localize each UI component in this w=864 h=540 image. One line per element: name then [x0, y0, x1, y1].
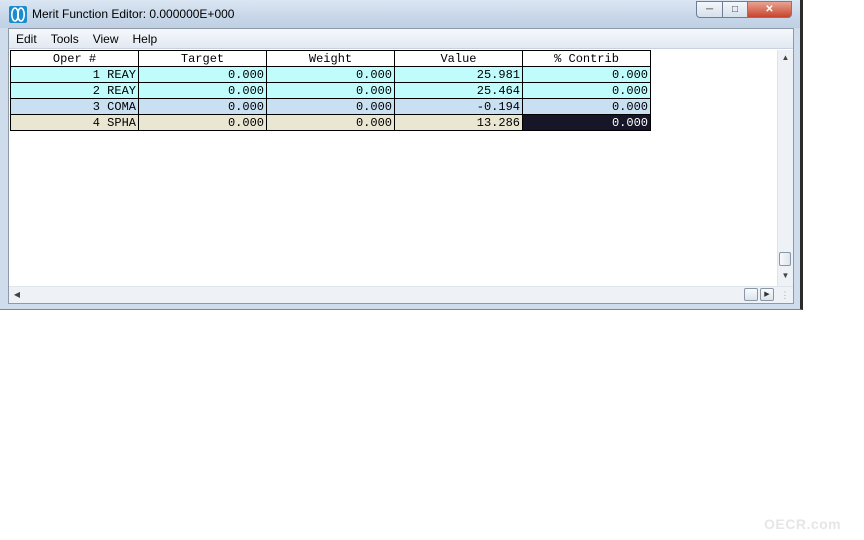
- title-bar[interactable]: Merit Function Editor: 0.000000E+000 ─ □…: [0, 0, 800, 28]
- cell-contrib[interactable]: 0.000: [522, 82, 651, 99]
- zemax-lens-icon[interactable]: [9, 6, 27, 23]
- column-header-contrib[interactable]: % Contrib: [522, 50, 651, 67]
- close-icon: ✕: [765, 4, 774, 15]
- vertical-scrollbar[interactable]: ▲ ▼: [777, 50, 793, 286]
- scroll-right-arrow-icon[interactable]: ▶: [760, 288, 774, 301]
- cell-value[interactable]: 25.464: [394, 82, 523, 99]
- horizontal-scrollbar[interactable]: ◀ ▶ ⋮: [9, 286, 793, 303]
- table-header-row: Oper # Target Weight Value % Contrib: [10, 50, 651, 67]
- editor-client-area: Edit Tools View Help Oper # Target Weigh…: [8, 28, 794, 304]
- column-header-target[interactable]: Target: [138, 50, 267, 67]
- caption-buttons: ─ □ ✕: [696, 1, 792, 19]
- scroll-up-arrow-icon[interactable]: ▲: [778, 50, 793, 66]
- scroll-left-arrow-icon[interactable]: ◀: [9, 287, 25, 303]
- cell-oper[interactable]: 1 REAY: [10, 66, 139, 83]
- menu-tools[interactable]: Tools: [44, 29, 86, 49]
- cell-contrib[interactable]: 0.000: [522, 98, 651, 115]
- menu-help[interactable]: Help: [126, 29, 165, 49]
- vertical-scroll-thumb[interactable]: [779, 252, 791, 266]
- maximize-button[interactable]: □: [722, 1, 748, 18]
- merit-function-table: Oper # Target Weight Value % Contrib 1 R…: [10, 50, 651, 131]
- column-header-value[interactable]: Value: [394, 50, 523, 67]
- table-row: 1 REAY 0.000 0.000 25.981 0.000: [10, 66, 651, 83]
- table-row: 4 SPHA 0.000 0.000 13.286 0.000: [10, 114, 651, 131]
- cell-oper[interactable]: 4 SPHA: [10, 114, 139, 131]
- cell-target[interactable]: 0.000: [138, 114, 267, 131]
- cell-value[interactable]: 25.981: [394, 66, 523, 83]
- maximize-icon: □: [731, 4, 739, 15]
- table-row: 2 REAY 0.000 0.000 25.464 0.000: [10, 82, 651, 99]
- cell-weight[interactable]: 0.000: [266, 66, 395, 83]
- scroll-down-arrow-icon[interactable]: ▼: [778, 268, 793, 284]
- menu-bar: Edit Tools View Help: [9, 29, 793, 49]
- cell-oper[interactable]: 2 REAY: [10, 82, 139, 99]
- minimize-button[interactable]: ─: [696, 1, 722, 18]
- cell-contrib-selected[interactable]: 0.000: [522, 114, 651, 131]
- cell-target[interactable]: 0.000: [138, 82, 267, 99]
- table-row: 3 COMA 0.000 0.000 -0.194 0.000: [10, 98, 651, 115]
- cell-target[interactable]: 0.000: [138, 98, 267, 115]
- cell-target[interactable]: 0.000: [138, 66, 267, 83]
- cell-oper[interactable]: 3 COMA: [10, 98, 139, 115]
- cell-value[interactable]: 13.286: [394, 114, 523, 131]
- column-header-oper[interactable]: Oper #: [10, 50, 139, 67]
- window-title: Merit Function Editor: 0.000000E+000: [32, 7, 235, 21]
- cell-weight[interactable]: 0.000: [266, 114, 395, 131]
- menu-edit[interactable]: Edit: [9, 29, 44, 49]
- close-button[interactable]: ✕: [748, 1, 792, 18]
- cell-contrib[interactable]: 0.000: [522, 66, 651, 83]
- watermark: OECR.com: [764, 516, 842, 532]
- operand-grid: Oper # Target Weight Value % Contrib 1 R…: [10, 50, 780, 286]
- minimize-icon: ─: [705, 4, 714, 15]
- horizontal-scroll-thumb[interactable]: [744, 288, 758, 301]
- menu-view[interactable]: View: [86, 29, 126, 49]
- column-header-weight[interactable]: Weight: [266, 50, 395, 67]
- cell-value[interactable]: -0.194: [394, 98, 523, 115]
- resize-grip-icon[interactable]: ⋮: [777, 287, 793, 303]
- cell-weight[interactable]: 0.000: [266, 82, 395, 99]
- merit-function-editor-window: Merit Function Editor: 0.000000E+000 ─ □…: [0, 0, 803, 310]
- cell-weight[interactable]: 0.000: [266, 98, 395, 115]
